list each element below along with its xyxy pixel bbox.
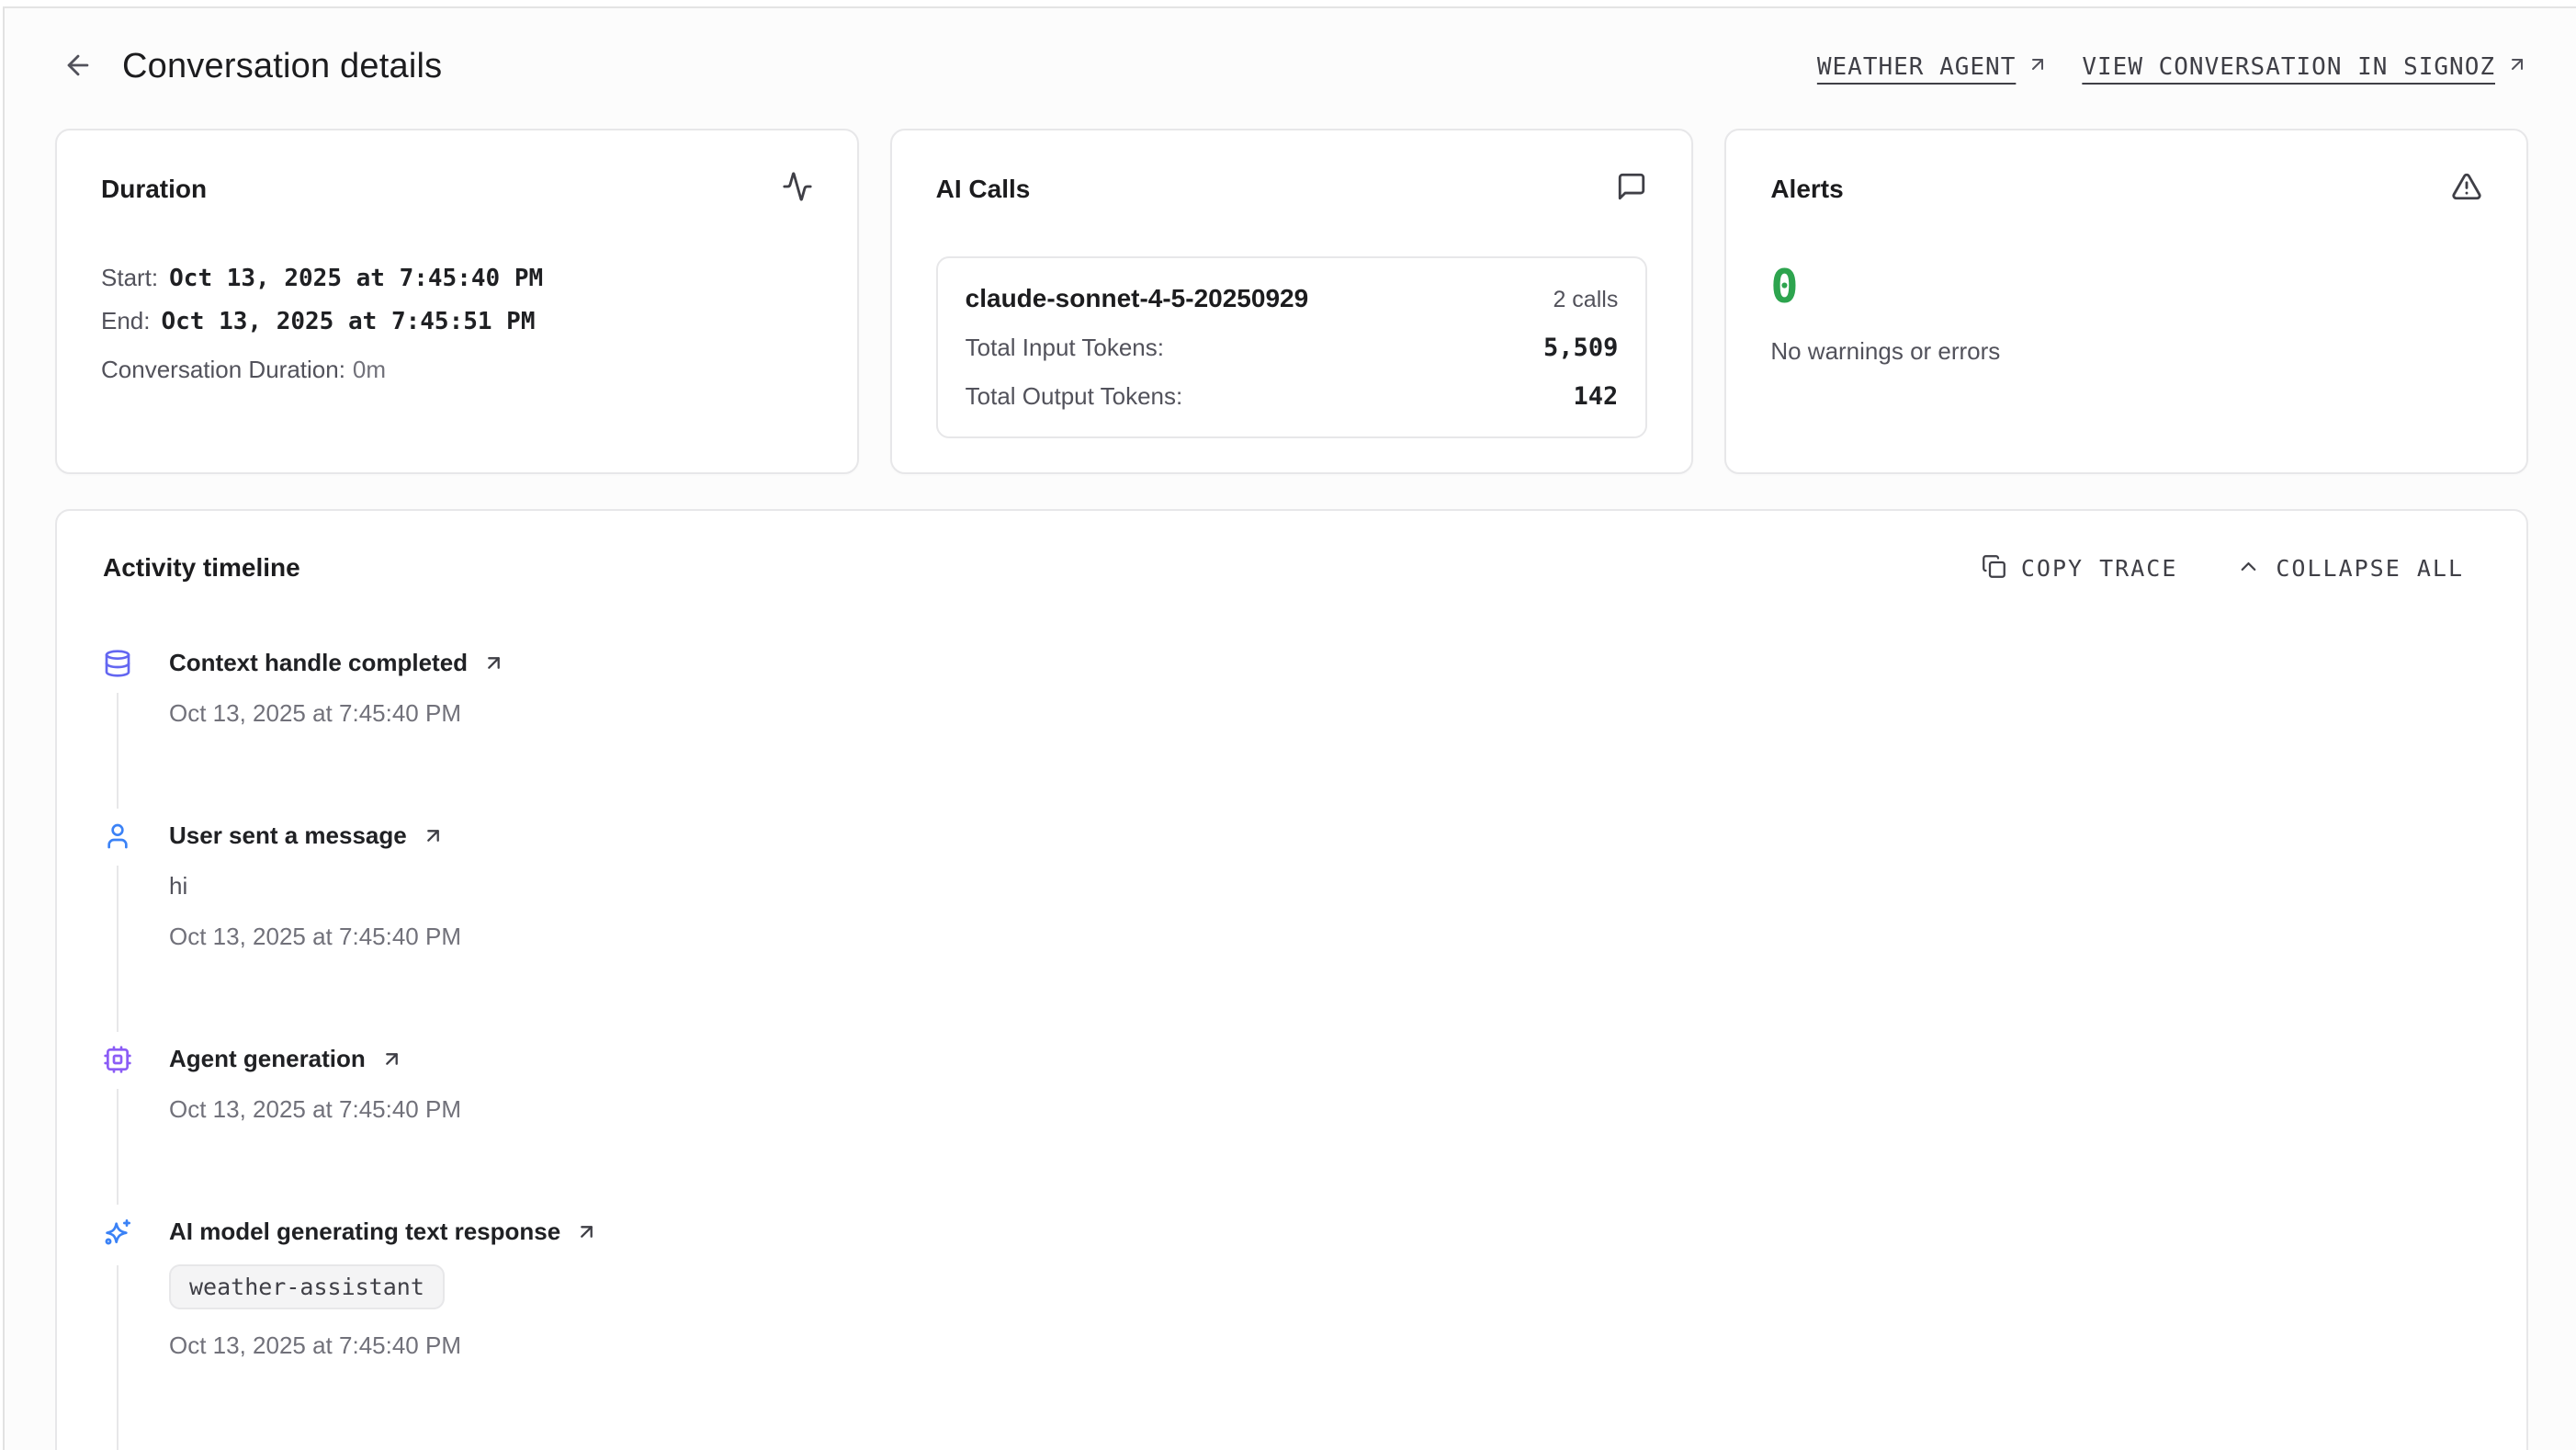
model-usage-box: claude-sonnet-4-5-20250929 2 calls Total… xyxy=(936,256,1648,438)
arrow-up-right-icon[interactable] xyxy=(482,651,505,674)
timeline-item-content: User sent a message hi Oct 13, 2025 at 7… xyxy=(169,821,2480,951)
activity-timeline-card: Activity timeline COPY TRACE COLLAPSE AL… xyxy=(55,509,2528,1450)
output-tokens-label: Total Output Tokens: xyxy=(966,382,1183,411)
input-tokens-row: Total Input Tokens: 5,509 xyxy=(966,334,1619,362)
cpu-icon xyxy=(103,1045,132,1074)
weather-agent-link[interactable]: WEATHER AGENT xyxy=(1817,53,2050,81)
user-icon xyxy=(103,821,132,851)
arrow-up-right-icon[interactable] xyxy=(422,824,445,847)
timeline-item: Agent generation Oct 13, 2025 at 7:45:40… xyxy=(103,1045,2480,1218)
copy-trace-button[interactable]: COPY TRACE xyxy=(1982,554,2178,582)
model-name: claude-sonnet-4-5-20250929 xyxy=(966,284,1309,313)
timeline-item-timestamp: Oct 13, 2025 at 7:45:40 PM xyxy=(169,1331,2480,1360)
conversation-details-page: Conversation details WEATHER AGENT VIEW … xyxy=(3,6,2576,1450)
alert-triangle-icon xyxy=(2451,171,2482,207)
timeline-item-title: User sent a message xyxy=(169,821,407,850)
alerts-card: Alerts 0 No warnings or errors xyxy=(1724,129,2528,474)
timeline-item-content: AI model generating text response weathe… xyxy=(169,1218,2480,1360)
timeline-item-content: Context handle completed Oct 13, 2025 at… xyxy=(169,649,2480,728)
ai-calls-card: AI Calls claude-sonnet-4-5-20250929 2 ca… xyxy=(890,129,1694,474)
timeline-item-body: hi xyxy=(169,872,2480,901)
timeline-item: AI model generating text response weathe… xyxy=(103,1218,2480,1360)
timeline-header: Activity timeline COPY TRACE COLLAPSE AL… xyxy=(103,553,2480,583)
input-tokens-value: 5,509 xyxy=(1543,334,1618,362)
header-links: WEATHER AGENT VIEW CONVERSATION IN SIGNO… xyxy=(1817,53,2528,81)
timeline-item-timestamp: Oct 13, 2025 at 7:45:40 PM xyxy=(169,699,2480,728)
sparkles-icon xyxy=(103,1218,132,1247)
end-row: End: Oct 13, 2025 at 7:45:51 PM xyxy=(101,301,813,341)
database-icon xyxy=(103,649,132,678)
timeline-item-title: Context handle completed xyxy=(169,649,468,677)
timeline-actions: COPY TRACE COLLAPSE ALL xyxy=(1982,554,2464,582)
view-conversation-link-label: VIEW CONVERSATION IN SIGNOZ xyxy=(2082,53,2495,81)
alerts-count: 0 xyxy=(1770,260,2482,313)
timeline-item-title: Agent generation xyxy=(169,1045,366,1073)
stat-cards-row: Duration Start: Oct 13, 2025 at 7:45:40 P… xyxy=(55,129,2528,474)
back-button[interactable] xyxy=(60,49,96,85)
start-value: Oct 13, 2025 at 7:45:40 PM xyxy=(169,265,543,292)
timeline-item-timestamp: Oct 13, 2025 at 7:45:40 PM xyxy=(169,1095,2480,1124)
alerts-card-title: Alerts xyxy=(1770,175,1843,204)
page-header: Conversation details WEATHER AGENT VIEW … xyxy=(60,47,2528,86)
message-square-icon xyxy=(1616,171,1647,207)
arrow-up-right-icon xyxy=(2027,53,2049,80)
end-label: End: xyxy=(101,307,151,334)
input-tokens-label: Total Input Tokens: xyxy=(966,334,1164,362)
duration-card-header: Duration xyxy=(101,171,813,207)
timeline-item: User sent a message hi Oct 13, 2025 at 7… xyxy=(103,821,2480,1045)
ai-calls-card-header: AI Calls xyxy=(936,171,1648,207)
alerts-card-header: Alerts xyxy=(1770,171,2482,207)
copy-trace-label: COPY TRACE xyxy=(2021,555,2178,582)
timeline-item: Context handle completed Oct 13, 2025 at… xyxy=(103,649,2480,821)
timeline-title: Activity timeline xyxy=(103,553,300,583)
view-conversation-in-signoz-link[interactable]: VIEW CONVERSATION IN SIGNOZ xyxy=(2082,53,2528,81)
ai-calls-card-title: AI Calls xyxy=(936,175,1031,204)
timeline-item-title-row: User sent a message xyxy=(169,821,2480,850)
start-label: Start: xyxy=(101,264,158,291)
chevron-up-icon xyxy=(2236,554,2261,582)
page-title: Conversation details xyxy=(122,47,442,86)
arrow-up-right-icon xyxy=(2506,53,2528,80)
timeline-item-title-row: AI model generating text response xyxy=(169,1218,2480,1246)
timeline-item-title-row: Context handle completed xyxy=(169,649,2480,677)
conversation-duration-label: Conversation Duration: xyxy=(101,356,345,383)
output-tokens-value: 142 xyxy=(1574,382,1619,411)
copy-icon xyxy=(1982,554,2006,582)
weather-agent-link-label: WEATHER AGENT xyxy=(1817,53,2017,81)
model-calls-count: 2 calls xyxy=(1553,287,1618,313)
end-value: Oct 13, 2025 at 7:45:51 PM xyxy=(162,308,536,335)
conversation-duration-value: 0m xyxy=(353,356,386,383)
timeline-item-content: Agent generation Oct 13, 2025 at 7:45:40… xyxy=(169,1045,2480,1124)
output-tokens-row: Total Output Tokens: 142 xyxy=(966,382,1619,411)
collapse-all-button[interactable]: COLLAPSE ALL xyxy=(2236,554,2464,582)
arrow-up-right-icon[interactable] xyxy=(575,1220,598,1243)
timeline-item-title: AI model generating text response xyxy=(169,1218,560,1246)
timeline-item-timestamp: Oct 13, 2025 at 7:45:40 PM xyxy=(169,923,2480,951)
activity-icon xyxy=(782,171,813,207)
arrow-left-icon xyxy=(62,50,94,84)
conversation-duration-row: Conversation Duration: 0m xyxy=(101,356,813,384)
arrow-up-right-icon[interactable] xyxy=(380,1048,403,1071)
start-row: Start: Oct 13, 2025 at 7:45:40 PM xyxy=(101,258,813,298)
collapse-all-label: COLLAPSE ALL xyxy=(2276,555,2464,582)
model-row: claude-sonnet-4-5-20250929 2 calls xyxy=(966,284,1619,313)
alerts-message: No warnings or errors xyxy=(1770,337,2482,366)
duration-card-title: Duration xyxy=(101,175,207,204)
timeline-list: Context handle completed Oct 13, 2025 at… xyxy=(103,649,2480,1360)
timeline-item-badge: weather-assistant xyxy=(169,1264,445,1309)
duration-card: Duration Start: Oct 13, 2025 at 7:45:40 P… xyxy=(55,129,859,474)
timeline-item-title-row: Agent generation xyxy=(169,1045,2480,1073)
